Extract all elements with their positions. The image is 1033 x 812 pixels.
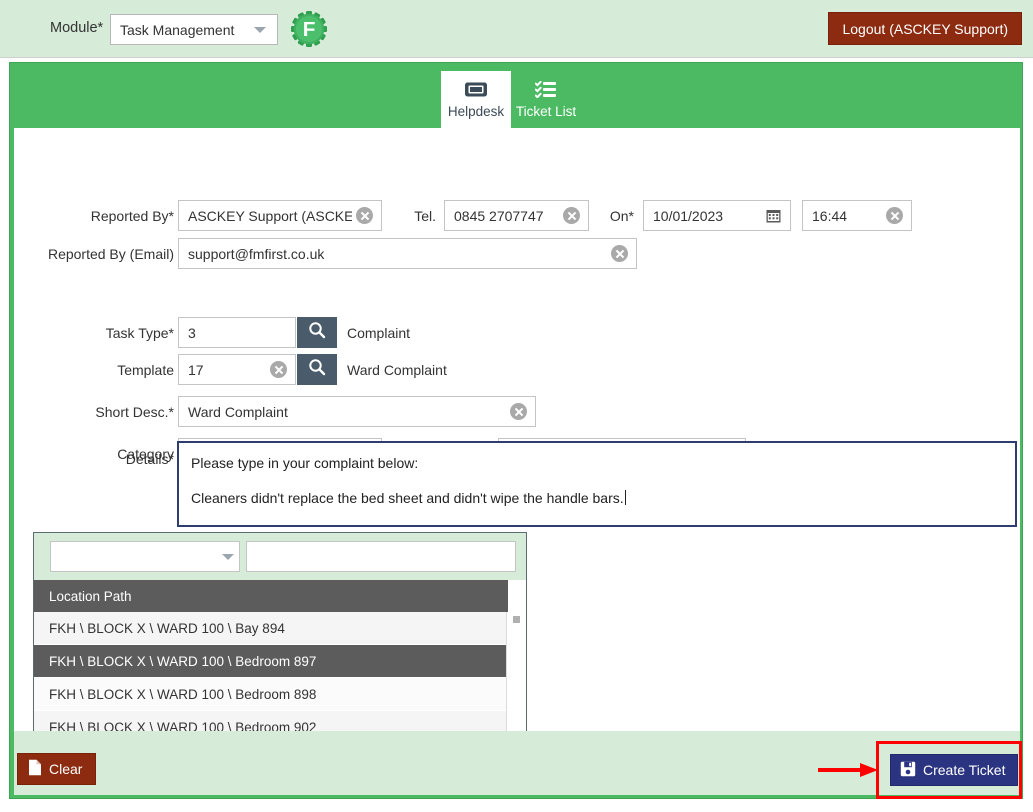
template-field[interactable]: 17 (178, 354, 296, 385)
clear-icon[interactable] (510, 403, 527, 420)
module-select-value: Task Management (120, 21, 235, 38)
location-picker-panel: Location Path FKH \ BLOCK X \ WARD 100 \… (33, 532, 527, 744)
create-ticket-button[interactable]: Create Ticket (890, 754, 1019, 786)
location-list-scrollbar[interactable] (506, 612, 526, 734)
top-module-bar: Module* Task Management F Logout (ASCKEY… (0, 0, 1033, 58)
tab-strip: Helpdesk Ticket List (441, 71, 581, 128)
on-time-value: 16:44 (812, 207, 848, 224)
clear-icon[interactable] (886, 207, 903, 224)
chevron-down-icon (222, 553, 234, 560)
details-label: Details* (125, 451, 174, 467)
location-row-path: FKH \ BLOCK X \ WARD 100 \ Bedroom 897 (49, 653, 317, 669)
on-date-field[interactable]: 10/01/2023 (643, 200, 791, 231)
logout-button-label: Logout (ASCKEY Support) (842, 20, 1008, 37)
clear-icon[interactable] (563, 207, 580, 224)
svg-text:F: F (303, 18, 316, 41)
tel-label: Tel. (414, 208, 436, 224)
clear-button[interactable]: Clear (17, 753, 97, 785)
location-row-path: FKH \ BLOCK X \ WARD 100 \ Bedroom 898 (49, 686, 317, 702)
short-desc-field[interactable]: Ward Complaint (178, 396, 536, 427)
create-ticket-button-label: Create Ticket (923, 762, 1006, 778)
form-body: Reported By* ASCKEY Support (ASCKEY) Tel… (14, 128, 1020, 744)
search-icon (308, 321, 326, 344)
location-filter-select[interactable] (50, 541, 240, 572)
task-type-field[interactable]: 3 (178, 317, 296, 348)
reported-by-value: ASCKEY Support (ASCKEY) (188, 207, 352, 224)
location-rows: FKH \ BLOCK X \ WARD 100 \ Bay 894 FKH \… (34, 612, 508, 744)
on-time-field[interactable]: 16:44 (802, 200, 912, 231)
card-header: Helpdesk Ticket List (10, 63, 1022, 128)
template-search-button[interactable] (297, 354, 337, 385)
module-select[interactable]: Task Management (110, 14, 278, 45)
chevron-down-icon (254, 26, 266, 33)
clear-icon[interactable] (270, 361, 287, 378)
reported-by-email-label: Reported By (Email) (47, 246, 174, 262)
clear-icon[interactable] (356, 207, 373, 224)
fmfirst-logo-icon: F (291, 10, 327, 48)
location-filter-bar (34, 533, 526, 580)
clear-button-label: Clear (49, 761, 83, 777)
reported-by-email-value: support@fmfirst.co.uk (188, 245, 325, 262)
ticket-icon (464, 80, 488, 99)
short-desc-value: Ward Complaint (188, 403, 288, 420)
task-type-description: Complaint (347, 325, 411, 341)
location-row[interactable]: FKH \ BLOCK X \ WARD 100 \ Bay 894 (34, 612, 508, 645)
reported-by-field[interactable]: ASCKEY Support (ASCKEY) (178, 200, 382, 231)
tab-ticket-list-label: Ticket List (515, 104, 577, 119)
calendar-icon[interactable] (766, 208, 781, 223)
location-list-scrollbar-thumb[interactable] (513, 616, 520, 623)
template-value: 17 (188, 361, 204, 378)
task-type-value: 3 (188, 324, 196, 341)
details-textarea[interactable]: Please type in your complaint below: Cle… (177, 441, 1017, 527)
on-label: On* (609, 208, 634, 224)
clear-icon[interactable] (611, 245, 628, 262)
tel-field[interactable]: 0845 2707747 (444, 200, 589, 231)
task-type-search-button[interactable] (297, 317, 337, 348)
on-date-value: 10/01/2023 (653, 207, 724, 224)
tab-ticket-list[interactable]: Ticket List (511, 71, 581, 128)
task-type-label: Task Type* (105, 325, 174, 341)
helpdesk-card: Helpdesk Ticket List Reported By* ASCKEY… (9, 62, 1023, 799)
reported-by-email-field[interactable]: support@fmfirst.co.uk (178, 238, 637, 269)
checklist-icon (535, 80, 557, 99)
tel-value: 0845 2707747 (454, 207, 544, 224)
location-row-selected[interactable]: FKH \ BLOCK X \ WARD 100 \ Bedroom 897 (34, 645, 508, 678)
module-label: Module* (50, 20, 104, 36)
search-icon (308, 358, 326, 381)
helpdesk-screen: Module* Task Management F Logout (ASCKEY… (0, 0, 1033, 812)
details-line-2: Cleaners didn't replace the bed sheet an… (191, 490, 624, 507)
location-path-column-label: Location Path (49, 588, 132, 604)
save-icon (900, 761, 916, 780)
tab-helpdesk-label: Helpdesk (447, 104, 505, 119)
location-row-path: FKH \ BLOCK X \ WARD 100 \ Bay 894 (49, 620, 285, 636)
logout-button[interactable]: Logout (ASCKEY Support) (828, 12, 1022, 45)
annotation-arrow (818, 762, 878, 778)
location-filter-input[interactable] (246, 541, 516, 572)
text-cursor (624, 490, 626, 506)
location-row[interactable]: FKH \ BLOCK X \ WARD 100 \ Bedroom 898 (34, 678, 508, 711)
document-icon (28, 759, 42, 779)
reported-by-label: Reported By* (90, 208, 174, 224)
tab-helpdesk[interactable]: Helpdesk (441, 71, 511, 128)
template-label: Template (117, 362, 174, 378)
details-line-1: Please type in your complaint below: (191, 455, 419, 471)
location-path-column-header: Location Path (34, 580, 508, 612)
short-desc-label: Short Desc.* (95, 404, 174, 420)
template-description: Ward Complaint (347, 362, 447, 378)
